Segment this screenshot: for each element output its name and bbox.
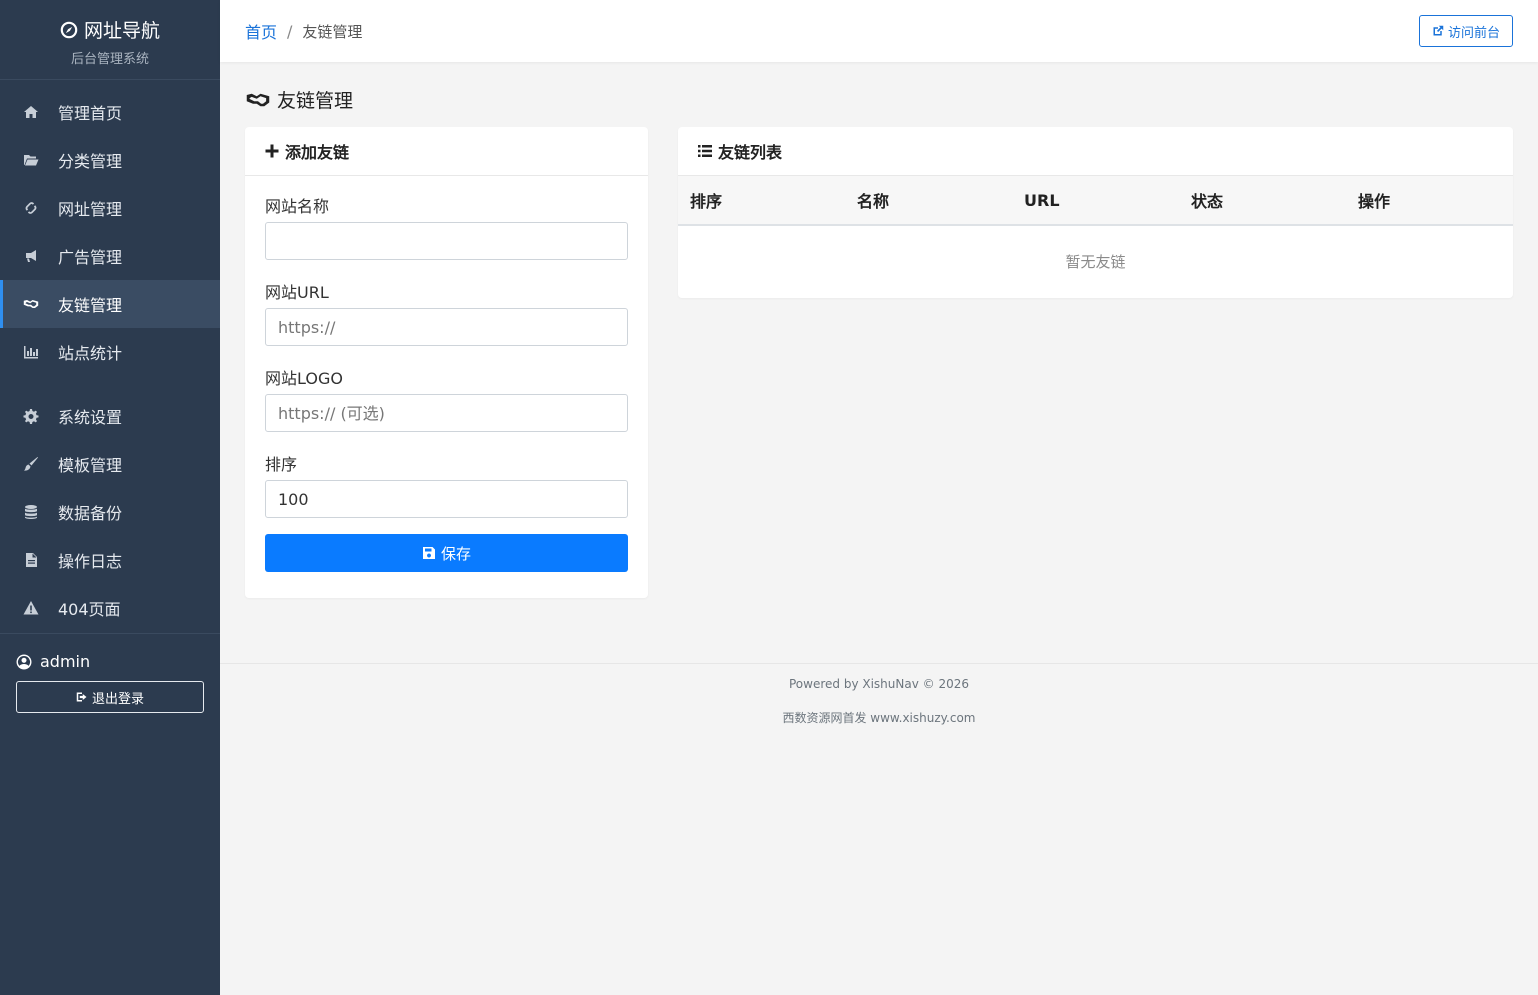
link-list-title: 友链列表 [718, 143, 783, 162]
bullhorn-icon [22, 247, 40, 265]
plus-icon [265, 144, 279, 158]
add-link-card: 添加友链 网站名称 网站URL 网站LOGO 排序 保存 [245, 127, 648, 598]
sidebar-item-categories[interactable]: 分类管理 [0, 136, 220, 184]
brand-subtitle: 后台管理系统 [70, 52, 149, 67]
table-header: 排序 名称 URL 状态 操作 [678, 176, 1513, 226]
user-circle-icon [16, 654, 32, 669]
sidebar-item-label: 模板管理 [58, 456, 123, 475]
sidebar-item-label: 网址管理 [58, 200, 123, 219]
page-title: 友链管理 [245, 86, 353, 113]
column-header-url[interactable]: URL [1012, 191, 1179, 210]
visit-frontend-label: 访问前台 [1447, 25, 1500, 41]
sidebar-item-label: 站点统计 [58, 344, 123, 363]
sidebar-item-label: 系统设置 [58, 408, 123, 427]
handshake-icon [22, 295, 40, 313]
visit-frontend-button[interactable]: 访问前台 [1418, 15, 1513, 47]
sidebar: 网址导航 后台管理系统 管理首页 分类管理 网址管理 广告管理 友链管理 站点统… [0, 0, 220, 995]
user-panel: admin 退出登录 [0, 633, 220, 713]
site-logo-label: 网站LOGO [265, 369, 343, 388]
username: admin [40, 652, 91, 671]
sidebar-item-label: 操作日志 [58, 552, 123, 571]
brand-title-text: 网址导航 [83, 20, 160, 42]
save-label: 保存 [440, 544, 471, 563]
brand-title[interactable]: 网址导航 [0, 16, 220, 43]
column-header-actions[interactable]: 操作 [1346, 188, 1513, 212]
sidebar-item-label: 分类管理 [58, 152, 123, 171]
sidebar-item-dashboard[interactable]: 管理首页 [0, 88, 220, 136]
column-header-sort[interactable]: 排序 [678, 188, 845, 212]
sidebar-item-logs[interactable]: 操作日志 [0, 536, 220, 584]
file-text-icon [22, 551, 40, 569]
home-icon [22, 103, 40, 121]
folder-open-icon [22, 151, 40, 169]
footer-powered-by: Powered by XishuNav © 2026 [789, 677, 969, 691]
add-link-form: 网站名称 网站URL 网站LOGO 排序 保存 [245, 176, 648, 572]
compass-icon [60, 21, 78, 38]
empty-state: 暂无友链 [1065, 252, 1126, 271]
bar-chart-icon [22, 343, 40, 361]
column-header-status[interactable]: 状态 [1179, 188, 1346, 212]
sidebar-item-label: 友链管理 [58, 296, 123, 315]
sidebar-item-friendlinks[interactable]: 友链管理 [0, 280, 220, 328]
link-list-card: 友链列表 排序 名称 URL 状态 操作 暂无友链 [678, 127, 1513, 298]
add-link-card-header: 添加友链 [245, 127, 648, 176]
external-link-icon [1433, 25, 1444, 36]
sort-order-input[interactable] [265, 480, 628, 518]
site-url-input[interactable] [265, 308, 628, 346]
sidebar-item-backup[interactable]: 数据备份 [0, 488, 220, 536]
sidebar-nav: 管理首页 分类管理 网址管理 广告管理 友链管理 站点统计 系统设置 模板管理 … [0, 80, 220, 632]
breadcrumb-separator: / [287, 21, 293, 41]
sidebar-item-label: 数据备份 [58, 504, 123, 523]
site-name-label: 网站名称 [265, 197, 330, 216]
sign-out-icon [76, 692, 87, 702]
site-name-input[interactable] [265, 222, 628, 260]
brand: 网址导航 后台管理系统 [0, 0, 220, 80]
sidebar-item-settings[interactable]: 系统设置 [0, 392, 220, 440]
footer: Powered by XishuNav © 2026 西数资源网首发 www.x… [220, 663, 1538, 744]
logout-label: 退出登录 [91, 691, 144, 707]
sidebar-item-templates[interactable]: 模板管理 [0, 440, 220, 488]
add-link-title: 添加友链 [285, 143, 350, 162]
link-icon [22, 199, 40, 217]
database-icon [22, 503, 40, 521]
site-url-label: 网站URL [265, 283, 329, 302]
warning-icon [22, 599, 40, 617]
breadcrumb-current: 友链管理 [302, 22, 363, 41]
link-list-card-header: 友链列表 [678, 127, 1513, 176]
list-icon [698, 145, 712, 157]
sidebar-item-stats[interactable]: 站点统计 [0, 328, 220, 376]
save-icon [422, 547, 435, 559]
logout-button[interactable]: 退出登录 [16, 681, 204, 713]
sidebar-item-404[interactable]: 404页面 [0, 584, 220, 632]
footer-credit[interactable]: 西数资源网首发 www.xishuzy.com [220, 709, 1538, 726]
breadcrumb-home-link[interactable]: 首页 [245, 19, 277, 43]
brush-icon [22, 455, 40, 473]
sidebar-item-ads[interactable]: 广告管理 [0, 232, 220, 280]
breadcrumb: 首页 / 友链管理 [245, 19, 362, 43]
handshake-icon [246, 93, 270, 106]
page-title-text: 友链管理 [277, 90, 354, 112]
sidebar-item-label: 广告管理 [58, 248, 123, 267]
topbar: 首页 / 友链管理 访问前台 [220, 0, 1538, 62]
sidebar-item-label: 404页面 [58, 600, 121, 619]
column-header-name[interactable]: 名称 [845, 188, 1012, 212]
save-button[interactable]: 保存 [265, 534, 628, 572]
site-logo-input[interactable] [265, 394, 628, 432]
gear-icon [22, 407, 40, 425]
sort-order-label: 排序 [265, 455, 298, 474]
sidebar-item-label: 管理首页 [58, 104, 123, 123]
user-info: admin [16, 652, 204, 671]
sidebar-item-urls[interactable]: 网址管理 [0, 184, 220, 232]
